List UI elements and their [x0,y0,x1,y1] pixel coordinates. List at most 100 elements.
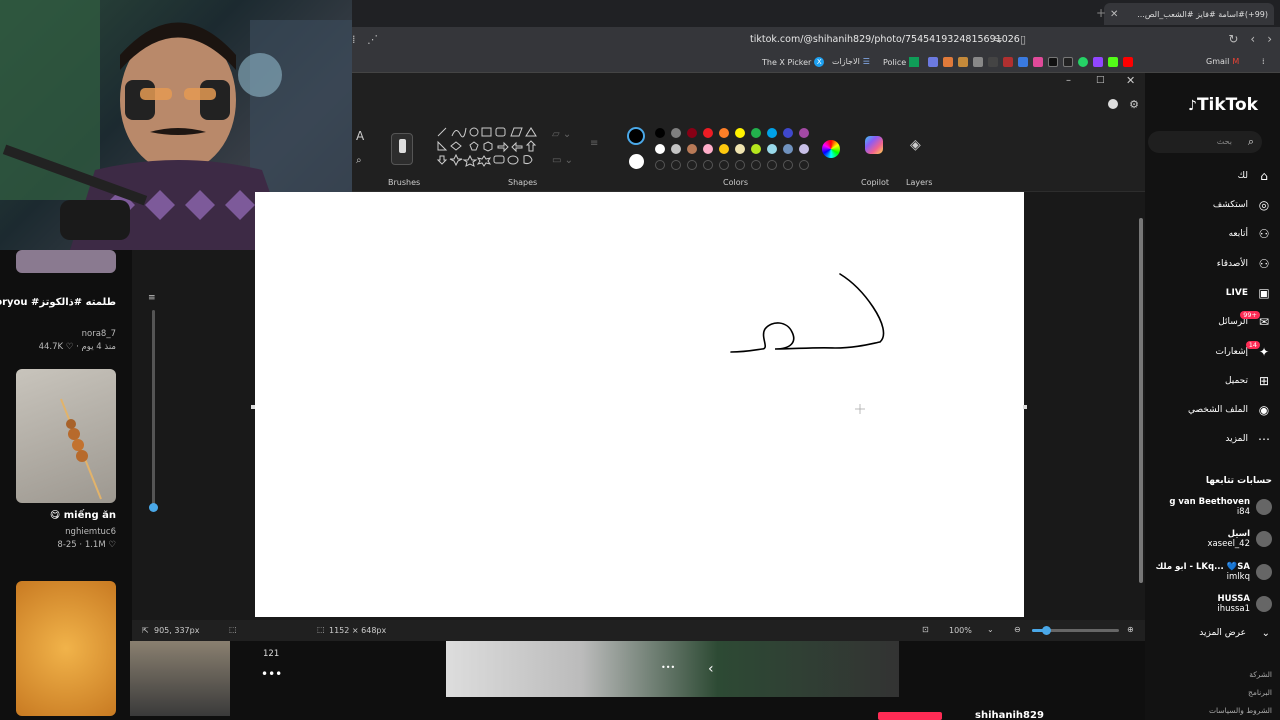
color-swatch[interactable] [735,128,745,138]
chevron-down-icon[interactable]: ⌄ [1262,628,1270,639]
brush-size-slider-handle[interactable] [149,503,158,512]
see-more-link[interactable]: عرض المزيد [1199,628,1246,638]
bookmark-gmail[interactable]: Gmail M [1206,57,1239,66]
color-swatch[interactable] [687,128,697,138]
extension-icon[interactable]: ⋰ [367,33,378,46]
nav-item[interactable]: ◉ الملف الشخصي [1188,403,1272,417]
custom-color-slot[interactable] [703,160,713,170]
nav-item[interactable]: ⌂ لك [1238,169,1272,183]
more-bookmarks-icon[interactable]: ⁞ [1262,57,1265,66]
tab-close-icon[interactable]: ✕ [1110,9,1118,20]
followed-account[interactable]: HUSSA ihussa1 [1217,594,1272,614]
footer-link[interactable]: الشركة [1249,670,1272,679]
color-swatch[interactable] [671,144,681,154]
bookmark-favicon-icon[interactable] [1018,57,1028,67]
video-thumbnail[interactable] [16,581,116,716]
carousel-prev-icon[interactable]: ‹ [708,661,714,677]
shapes-gallery[interactable] [434,126,540,174]
copilot-icon[interactable] [865,136,883,154]
canvas-scrollbar[interactable] [1139,218,1143,583]
color-swatch[interactable] [783,144,793,154]
custom-color-slot[interactable] [687,160,697,170]
site-settings-icon[interactable]: ⇋ [993,33,1002,46]
nav-item[interactable]: ◎ استكشف [1213,198,1272,212]
nav-item[interactable]: ⚇ الأصدقاء [1217,257,1272,271]
zoom-slider-handle[interactable] [1042,626,1051,635]
forward-icon[interactable]: › [1267,32,1272,46]
color-swatch[interactable] [703,128,713,138]
zoom-level[interactable]: 100% [949,626,972,635]
color-swatch[interactable] [719,128,729,138]
back-icon[interactable]: ‹ [1250,32,1255,46]
text-tool-icon[interactable]: A [356,129,364,143]
bookmark-favicon-icon[interactable] [958,57,968,67]
color-swatch[interactable] [687,144,697,154]
color-swatch[interactable] [735,144,745,154]
follow-button[interactable] [878,712,942,720]
custom-color-slot[interactable] [751,160,761,170]
nav-item[interactable]: ⋯ المزيد [1225,432,1272,446]
feed-item-user[interactable]: nora8_7 [82,329,116,339]
color-swatch[interactable] [719,144,729,154]
custom-color-slot[interactable] [767,160,777,170]
nav-item[interactable]: ⊞ تحميل [1225,374,1272,388]
feed-item-title[interactable]: 😋 miếng ăn [50,510,116,521]
color-swatch[interactable] [703,144,713,154]
brush-size-slider[interactable] [152,310,155,510]
fit-screen-icon[interactable]: ⊡ [922,625,929,634]
bookmark-favicon-icon[interactable] [988,57,998,67]
footer-link[interactable]: الشروط والسياسات [1209,706,1272,715]
followed-account[interactable]: ابو ملك - LKq... 💙SA imlkq [1155,562,1272,582]
zoom-in-icon[interactable]: ⊕ [1127,625,1134,634]
close-icon[interactable]: ✕ [1126,74,1135,87]
followed-account[interactable]: g van Beethoven i84 [1169,497,1272,517]
kick-favicon-icon[interactable] [1108,57,1118,67]
feed-item-user[interactable]: nghiemtuc6 [65,527,116,537]
twitch-favicon-icon[interactable] [1093,57,1103,67]
color-swatch[interactable] [671,128,681,138]
nav-item[interactable]: ⚇ أتابعه [1229,227,1272,241]
color1-swatch[interactable] [627,127,645,145]
avatar[interactable] [1256,596,1272,612]
youtube-favicon-icon[interactable] [1123,57,1133,67]
bookmark-x-picker[interactable]: The X Picker X [762,57,825,67]
bookmark-favicon-icon[interactable] [973,57,983,67]
more-options-icon[interactable]: ••• [261,667,282,681]
tiktok-favicon-icon[interactable] [1048,57,1058,67]
bookmark-police[interactable]: Police [883,57,920,67]
search-input[interactable]: ⌕ بحث [1148,131,1262,153]
settings-icon[interactable]: ⚙ [1129,98,1139,111]
color-swatch[interactable] [799,128,809,138]
feed-item-title[interactable]: falcons #fyp# #foryou #طلمته #ذالكوتز [0,297,116,308]
avatar[interactable] [1256,531,1272,547]
size-icon[interactable]: ≡ [590,138,598,149]
canvas-resize-handle[interactable] [251,405,255,409]
new-tab-icon[interactable]: + [1096,6,1106,20]
video-thumbnail[interactable] [16,369,116,503]
whatsapp-favicon-icon[interactable] [1078,57,1088,67]
custom-color-slot[interactable] [735,160,745,170]
outline-icon[interactable]: ▱ ⌄ [552,129,571,140]
color-swatch[interactable] [751,144,761,154]
color-swatch[interactable] [655,128,665,138]
custom-color-slot[interactable] [799,160,809,170]
bookmark-vacations[interactable]: الاجازات ☰ [832,57,870,66]
color2-swatch[interactable] [629,154,644,169]
followed-account[interactable]: اسيل xaseel_42 [1207,529,1272,549]
color-swatch[interactable] [783,128,793,138]
color-swatch[interactable] [751,128,761,138]
color-swatch[interactable] [767,128,777,138]
zoom-out-icon[interactable]: ⊖ [1014,625,1021,634]
url-field[interactable]: tiktok.com/@shihanih829/photo/7545419324… [750,34,1020,45]
custom-color-slot[interactable] [719,160,729,170]
custom-color-slot[interactable] [655,160,665,170]
bookmark-favicon-icon[interactable] [1003,57,1013,67]
canvas-resize-handle[interactable] [1023,405,1027,409]
layers-icon[interactable]: ◈ [910,137,921,153]
browser-tab[interactable]: (99+)#اسامة #فايز #الشعب_الص... ✕ [1104,3,1274,25]
avatar[interactable] [1256,564,1272,580]
carousel-dots-icon[interactable]: ••• [661,663,675,672]
nav-item[interactable]: ▣ LIVE [1226,286,1272,300]
sidebar-icon[interactable]: ⁞ [352,33,356,46]
color-swatch[interactable] [799,144,809,154]
